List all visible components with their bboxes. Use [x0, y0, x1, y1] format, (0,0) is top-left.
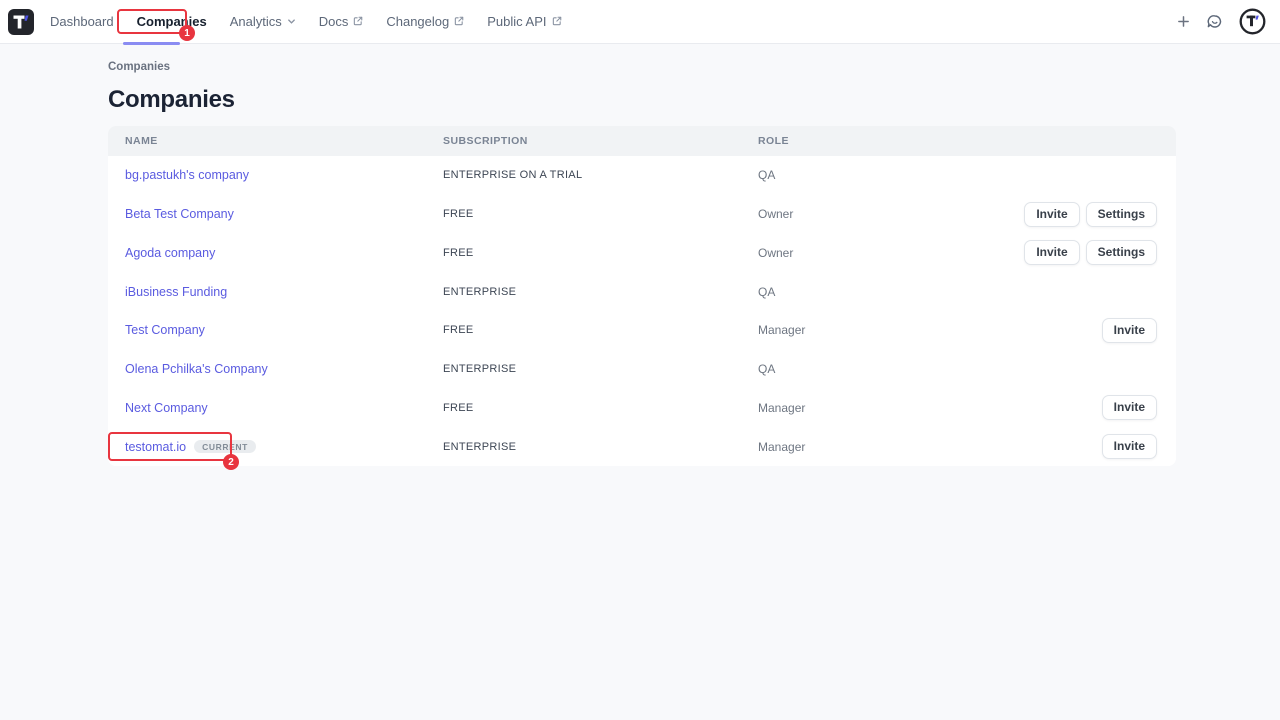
role-value: Owner: [758, 207, 1024, 221]
company-link[interactable]: Agoda company: [125, 246, 215, 260]
invite-button[interactable]: Invite: [1024, 240, 1079, 265]
role-value: Manager: [758, 440, 1102, 454]
subscription-value: ENTERPRISE: [443, 441, 758, 453]
plus-icon[interactable]: [1177, 15, 1190, 28]
nav-item-label: Public API: [487, 14, 546, 29]
subscription-value: ENTERPRISE ON A TRIAL: [443, 169, 758, 181]
nav-item-companies[interactable]: Companies: [137, 0, 207, 44]
company-link[interactable]: Beta Test Company: [125, 207, 234, 221]
table-row: Beta Test Company FREE Owner Invite Sett…: [108, 195, 1176, 234]
company-link[interactable]: Next Company: [125, 401, 208, 415]
companies-table: NAME SUBSCRIPTION ROLE bg.pastukh's comp…: [108, 126, 1176, 466]
external-link-icon: [454, 14, 464, 29]
table-row: Agoda company FREE Owner Invite Settings: [108, 234, 1176, 273]
subscription-value: ENTERPRISE: [443, 363, 758, 375]
nav-item-label: Companies: [137, 14, 207, 29]
nav-item-docs[interactable]: Docs: [319, 0, 364, 44]
invite-button[interactable]: Invite: [1102, 318, 1157, 343]
breadcrumb[interactable]: Companies: [108, 61, 1176, 73]
subscription-value: FREE: [443, 402, 758, 414]
settings-button[interactable]: Settings: [1086, 202, 1157, 227]
subscription-value: ENTERPRISE: [443, 286, 758, 298]
user-avatar[interactable]: [1239, 8, 1266, 35]
table-row: Olena Pchilka's Company ENTERPRISE QA: [108, 350, 1176, 389]
external-link-icon: [552, 14, 562, 29]
role-value: QA: [758, 362, 1157, 376]
table-row: bg.pastukh's company ENTERPRISE ON A TRI…: [108, 156, 1176, 195]
nav-item-changelog[interactable]: Changelog: [386, 0, 464, 44]
main-content: Companies Companies NAME SUBSCRIPTION RO…: [108, 44, 1176, 466]
support-chat-icon[interactable]: [1206, 13, 1223, 30]
company-link[interactable]: Olena Pchilka's Company: [125, 362, 268, 376]
role-value: Owner: [758, 246, 1024, 260]
settings-button[interactable]: Settings: [1086, 240, 1157, 265]
subscription-value: FREE: [443, 208, 758, 220]
testomat-logo[interactable]: [8, 9, 34, 35]
invite-button[interactable]: Invite: [1102, 434, 1157, 459]
column-header-name: NAME: [125, 135, 443, 147]
role-value: QA: [758, 168, 1157, 182]
page-title: Companies: [108, 86, 1176, 114]
nav-item-label: Changelog: [386, 14, 449, 29]
current-company-badge: CURRENT: [194, 440, 256, 454]
subscription-value: FREE: [443, 247, 758, 259]
top-navigation: Dashboard Companies Analytics Docs Chang…: [0, 0, 1280, 44]
table-row: iBusiness Funding ENTERPRISE QA: [108, 272, 1176, 311]
active-tab-indicator: [123, 42, 180, 45]
nav-item-label: Analytics: [230, 14, 282, 29]
table-row-current: testomat.io CURRENT ENTERPRISE Manager I…: [108, 427, 1176, 466]
nav-item-label: Dashboard: [50, 14, 114, 29]
table-row: Next Company FREE Manager Invite: [108, 389, 1176, 428]
chevron-down-icon: [287, 14, 296, 29]
company-link[interactable]: bg.pastukh's company: [125, 168, 249, 182]
company-link[interactable]: testomat.io: [125, 440, 186, 454]
table-row: Test Company FREE Manager Invite: [108, 311, 1176, 350]
role-value: Manager: [758, 401, 1102, 415]
nav-item-dashboard[interactable]: Dashboard: [50, 0, 114, 44]
column-header-role: ROLE: [758, 135, 1157, 147]
nav-item-public-api[interactable]: Public API: [487, 0, 561, 44]
nav-right-controls: [1177, 8, 1270, 35]
company-link[interactable]: Test Company: [125, 323, 205, 337]
nav-item-label: Docs: [319, 14, 349, 29]
invite-button[interactable]: Invite: [1024, 202, 1079, 227]
company-link[interactable]: iBusiness Funding: [125, 285, 227, 299]
role-value: Manager: [758, 323, 1102, 337]
column-header-subscription: SUBSCRIPTION: [443, 135, 758, 147]
subscription-value: FREE: [443, 324, 758, 336]
role-value: QA: [758, 285, 1157, 299]
external-link-icon: [353, 14, 363, 29]
invite-button[interactable]: Invite: [1102, 395, 1157, 420]
nav-item-analytics[interactable]: Analytics: [230, 0, 296, 44]
table-header-row: NAME SUBSCRIPTION ROLE: [108, 126, 1176, 156]
